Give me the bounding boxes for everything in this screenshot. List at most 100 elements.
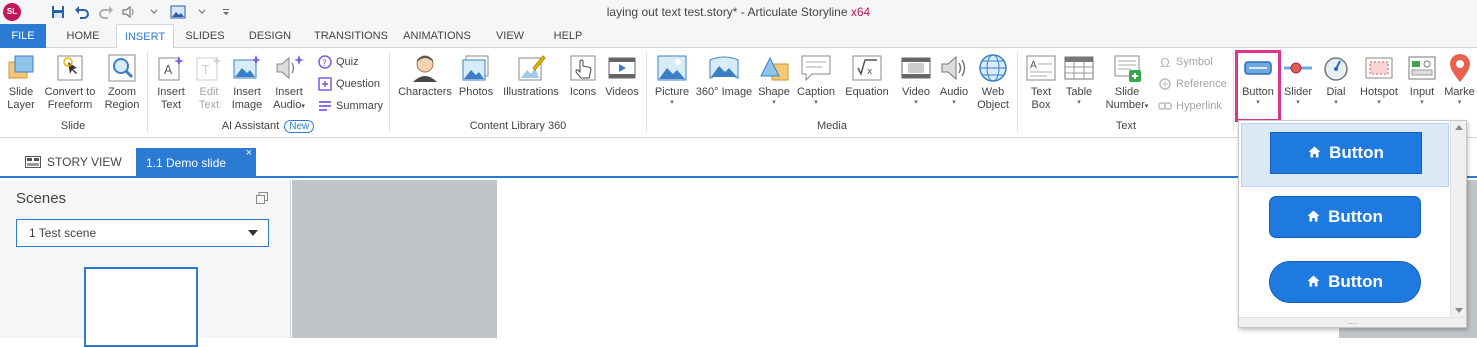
undo-icon[interactable] [72, 2, 92, 22]
image-360-icon [709, 56, 739, 79]
equation-label: Equation [845, 86, 889, 98]
icons-button[interactable]: Icons [566, 52, 600, 99]
slide-canvas[interactable] [497, 180, 1339, 338]
shape-button[interactable]: Shape ▾ [756, 52, 792, 107]
square-button-preview[interactable]: Button [1270, 132, 1422, 174]
tab-view[interactable]: VIEW [486, 24, 534, 48]
ai-question-button[interactable]: Question [318, 74, 380, 94]
table-button[interactable]: Table ▾ [1060, 52, 1098, 107]
hotspot-button[interactable]: Hotspot ▾ [1356, 52, 1402, 107]
equation-button[interactable]: x Equation [840, 52, 894, 99]
tab-home[interactable]: HOME [56, 24, 110, 48]
gallery-item-rounded[interactable]: Button [1241, 188, 1449, 252]
ai-text-icon: A [158, 56, 184, 81]
video-button[interactable]: Video ▾ [898, 52, 934, 107]
image360-button[interactable]: 360° Image [694, 52, 754, 99]
ai-insert-image-label-1: Insert [233, 86, 261, 98]
slide-layer-icon [8, 55, 34, 79]
ai-edit-text-button[interactable]: T Edit Text [192, 52, 226, 112]
audio-icon [941, 55, 966, 81]
summary-icon [319, 101, 331, 111]
convert-freeform-button[interactable]: Convert to Freeform [40, 52, 100, 112]
videos-button[interactable]: Videos [602, 52, 642, 99]
slider-label: Slider [1283, 86, 1313, 98]
marker-button[interactable]: Marke ▾ [1442, 52, 1477, 107]
ai-audio-icon [276, 55, 304, 80]
gallery-item-pill[interactable]: Button [1241, 253, 1449, 317]
media-group-label: Media [817, 120, 847, 132]
pill-button-preview[interactable]: Button [1269, 261, 1421, 303]
dial-button[interactable]: Dial ▾ [1318, 52, 1354, 107]
input-button[interactable]: Input ▾ [1404, 52, 1440, 107]
text-box-button[interactable]: A Text Box [1022, 52, 1060, 112]
demo-slide-tab[interactable]: 1.1 Demo slide × [136, 147, 256, 178]
scroll-up-icon[interactable] [1455, 125, 1463, 130]
symbol-button[interactable]: Ω Symbol [1158, 52, 1213, 72]
scene-dropdown[interactable]: 1 Test scene [16, 219, 269, 247]
reference-button[interactable]: Reference [1158, 74, 1227, 94]
input-label: Input [1409, 86, 1435, 98]
restore-panel-icon[interactable] [256, 192, 268, 204]
save-icon[interactable] [48, 2, 68, 22]
tab-design[interactable]: DESIGN [240, 24, 300, 48]
ai-quiz-button[interactable]: ? Quiz [318, 52, 359, 72]
illustrations-button[interactable]: Illustrations [498, 52, 564, 99]
tab-slides[interactable]: SLIDES [178, 24, 232, 48]
rounded-button-preview[interactable]: Button [1269, 196, 1421, 238]
slide-thumbnail[interactable] [84, 267, 198, 347]
ai-insert-text-label-1: Insert [157, 86, 185, 98]
group-separator [389, 52, 390, 132]
arch-label: x64 [850, 5, 871, 19]
omega-icon: Ω [1160, 54, 1170, 70]
slide-number-button[interactable]: Slide Number▾ [1100, 52, 1154, 113]
illustrations-label: Illustrations [503, 86, 559, 98]
videos-icon [608, 57, 636, 79]
ai-insert-audio-button[interactable]: Insert Audio▾ [268, 52, 310, 113]
chevron-down-icon: ▾ [814, 99, 818, 106]
gallery-button-label: Button [1328, 272, 1383, 291]
web-object-label-2: Object [977, 99, 1009, 111]
tab-insert[interactable]: INSERT [116, 24, 174, 49]
dial-label: Dial [1326, 86, 1346, 98]
slider-button[interactable]: Slider ▾ [1280, 52, 1316, 107]
chevron-down-icon[interactable] [144, 2, 164, 22]
picture-button[interactable]: Picture ▾ [652, 52, 692, 107]
tab-transitions[interactable]: TRANSITIONS [306, 24, 396, 48]
picture-icon[interactable] [168, 2, 188, 22]
close-icon[interactable]: × [246, 147, 252, 159]
ai-insert-text-button[interactable]: A Insert Text [152, 52, 190, 112]
gallery-scrollbar[interactable] [1450, 121, 1466, 317]
home-icon [1308, 143, 1321, 163]
tab-help[interactable]: HELP [544, 24, 592, 48]
icons-library-icon [570, 55, 596, 81]
scroll-down-icon[interactable] [1455, 308, 1463, 313]
story-view-tab[interactable]: STORY VIEW [25, 155, 122, 169]
tab-file[interactable]: FILE [0, 24, 46, 48]
ai-image-icon [233, 55, 261, 79]
photos-button[interactable]: Photos [456, 52, 496, 99]
slide-layer-button[interactable]: Slide Layer [2, 52, 40, 112]
story-view-icon [25, 156, 41, 168]
hyperlink-button[interactable]: Hyperlink [1158, 96, 1222, 116]
chevron-down-icon[interactable] [192, 2, 212, 22]
redo-icon[interactable] [96, 2, 116, 22]
video-icon [901, 57, 931, 79]
web-object-button[interactable]: Web Object [974, 52, 1012, 112]
zoom-region-button[interactable]: Zoom Region [100, 52, 144, 112]
hotspot-icon [1365, 57, 1393, 79]
hyperlink-icon [1158, 102, 1172, 110]
gallery-resize-grip[interactable]: .... [1239, 317, 1466, 327]
ai-insert-image-button[interactable]: Insert Image [228, 52, 266, 112]
preview-audio-icon[interactable] [120, 2, 140, 22]
customize-qat-icon[interactable] [216, 2, 236, 22]
gallery-item-square[interactable]: Button [1241, 123, 1449, 187]
audio-button[interactable]: Audio ▾ [936, 52, 972, 107]
ai-edit-text-icon: T [196, 56, 222, 81]
characters-button[interactable]: Characters [396, 52, 454, 99]
tab-animations[interactable]: ANIMATIONS [398, 24, 476, 48]
ai-summary-button[interactable]: Summary [318, 96, 383, 116]
caption-button[interactable]: Caption ▾ [794, 52, 838, 107]
equation-icon: x [852, 55, 882, 81]
reference-label: Reference [1176, 78, 1227, 90]
slide-number-label-2: Number [1105, 99, 1145, 111]
